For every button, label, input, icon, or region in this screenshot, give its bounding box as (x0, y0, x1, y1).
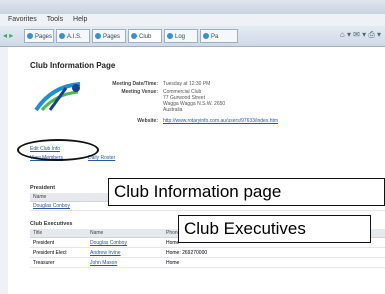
ie-icon (95, 33, 101, 39)
president-col-name: Name (33, 194, 47, 200)
callout-executives: Club Executives (178, 215, 371, 243)
table-row: Treasurer John Mason Home (30, 259, 385, 268)
tab-log[interactable]: Log (164, 29, 198, 43)
president-name-link[interactable]: Douglas Conboy (33, 203, 70, 209)
ie-icon (27, 33, 33, 39)
exec-col-name: Name (90, 230, 104, 236)
nav-arrows-icon[interactable]: ◂ ▸ (3, 31, 13, 40)
meeting-datetime-label: Meeting Date/Time: (112, 81, 158, 87)
meeting-venue-label: Meeting Venue: (121, 89, 158, 95)
browser-title-bar (0, 0, 385, 14)
executives-heading: Club Executives (30, 221, 73, 227)
exec-name-link[interactable]: Douglas Conboy (90, 240, 127, 246)
menu-tools[interactable]: Tools (47, 16, 63, 23)
exec-title: President (33, 240, 55, 246)
menu-help[interactable]: Help (73, 16, 87, 23)
tab-ais[interactable]: A.I.S. (56, 29, 90, 43)
meeting-datetime-value: Tuesday at 12:30 PM (163, 81, 211, 87)
exec-title: President Elect (33, 250, 67, 256)
table-row: President Elect Andrew Irvine Home: 2692… (30, 249, 385, 258)
president-heading: President (30, 185, 56, 191)
ie-icon (59, 33, 65, 39)
menu-bar: Favorites Tools Help (0, 14, 385, 26)
highlight-oval (17, 139, 99, 161)
callout-info-page: Club Information page (108, 178, 385, 206)
tab-club[interactable]: Club (128, 29, 162, 43)
website-label: Website: (137, 118, 158, 124)
venue-line-4: Australia (163, 107, 183, 113)
exec-phone: Home: 269270000 (166, 250, 208, 256)
tab-pa[interactable]: Pa (200, 29, 238, 43)
tab-pages-1[interactable]: Pages (24, 29, 54, 43)
exec-title: Treasurer (33, 260, 55, 266)
website-link[interactable]: http://www.rotaryinfo.com.au/users/97633… (163, 118, 278, 124)
tab-pages-2[interactable]: Pages (92, 29, 126, 43)
exec-name-link[interactable]: John Mason (90, 260, 117, 266)
ie-icon (131, 33, 137, 39)
exec-col-title: Title (33, 230, 43, 236)
exec-name-link[interactable]: Andrew Irvine (90, 250, 121, 256)
page-title: Club Information Page (30, 61, 116, 70)
menu-favorites[interactable]: Favorites (8, 16, 37, 23)
rotary-logo (34, 82, 81, 112)
exec-phone: Home (166, 260, 180, 266)
tab-bar: ◂ ▸ Pages A.I.S. Pages Club Log Pa ⌂ ▾ ✉… (0, 26, 385, 47)
ie-icon (167, 33, 173, 39)
toolbar-icons[interactable]: ⌂ ▾ ✉ ▾ ⎙ ▾ (340, 30, 381, 40)
ie-icon (203, 33, 209, 39)
